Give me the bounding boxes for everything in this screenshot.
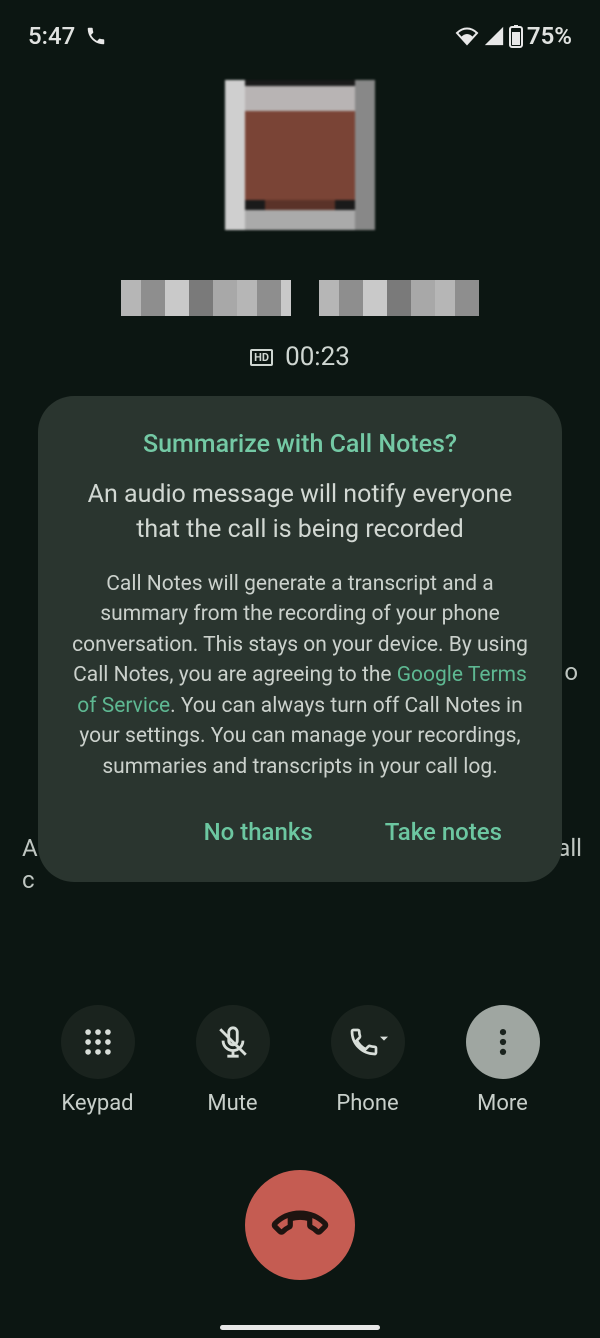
contact-name [0,280,600,316]
dialog-subtitle: An audio message will notify everyone th… [66,477,534,547]
battery-percent: 75% [527,22,572,50]
more-label: More [477,1091,528,1116]
mute-button[interactable]: Mute [196,1005,270,1116]
call-controls: Keypad Mute Phone More [0,1005,600,1116]
phone-audio-icon [348,1025,388,1059]
status-right: 75% [455,22,572,50]
more-icon [486,1025,520,1059]
keypad-icon [81,1025,115,1059]
status-left: 5:47 [28,22,107,50]
hd-badge: HD [250,349,273,366]
more-button[interactable]: More [466,1005,540,1116]
end-call-button[interactable] [245,1170,355,1280]
bg-text-fragment: o [564,658,578,686]
call-timer-row: HD 00:23 [0,342,600,372]
avatar [225,80,375,230]
keypad-button[interactable]: Keypad [61,1005,135,1116]
mute-label: Mute [207,1091,257,1116]
hangup-icon [265,1190,336,1261]
phone-icon [85,25,107,47]
bg-text-fragment: A [22,834,38,862]
home-indicator[interactable] [220,1325,380,1330]
no-thanks-button[interactable]: No thanks [184,804,333,860]
clock: 5:47 [28,22,75,50]
status-bar: 5:47 75% [0,0,600,60]
battery-icon [509,24,523,48]
signal-icon [483,25,505,47]
mute-icon [216,1025,250,1059]
wifi-icon [455,24,479,48]
keypad-label: Keypad [61,1091,133,1116]
dialog-actions: No thanks Take notes [66,804,534,866]
call-duration: 00:23 [285,342,350,372]
name-redacted-1 [121,280,291,316]
dialog-body: Call Notes will generate a transcript an… [66,569,534,782]
dialog-title: Summarize with Call Notes? [66,430,534,459]
call-notes-dialog: Summarize with Call Notes? An audio mess… [38,396,562,882]
name-redacted-2 [319,280,479,316]
phone-audio-button[interactable]: Phone [331,1005,405,1116]
bg-text-fragment: c [22,866,35,894]
take-notes-button[interactable]: Take notes [365,804,522,860]
phone-audio-label: Phone [336,1091,398,1116]
